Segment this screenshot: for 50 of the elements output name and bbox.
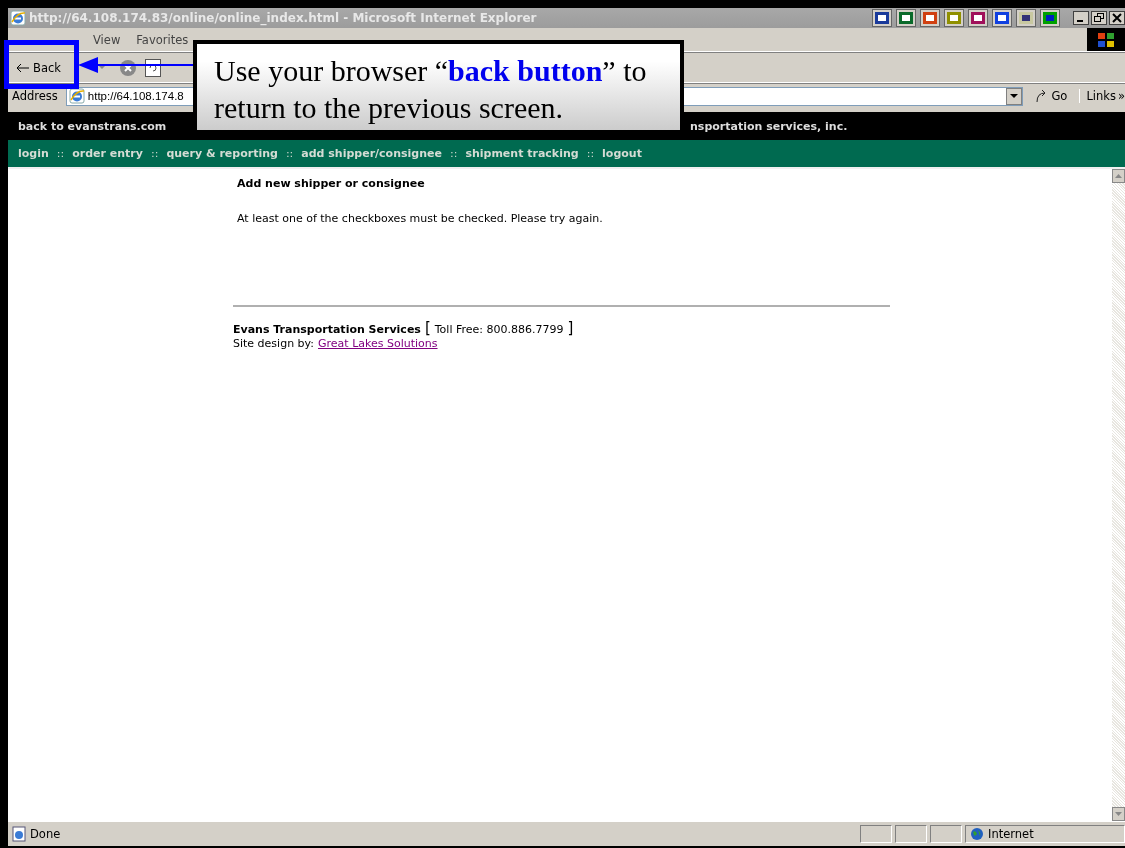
home-link[interactable]: back to evanstrans.com <box>18 119 167 133</box>
links-label[interactable]: Links <box>1086 89 1116 103</box>
quick-launch-icon[interactable] <box>920 9 940 27</box>
quick-launch-icon[interactable] <box>992 9 1012 27</box>
close-icon[interactable] <box>1109 11 1125 25</box>
page-icon <box>11 826 27 842</box>
nav-link[interactable]: logout <box>602 147 642 160</box>
minimize-icon[interactable] <box>1073 11 1089 25</box>
address-label: Address <box>12 89 58 103</box>
page-heading: Add new shipper or consignee <box>237 177 425 190</box>
nav-separator: :: <box>586 147 595 160</box>
quick-launch-icon[interactable] <box>872 9 892 27</box>
menu-item[interactable]: View <box>85 32 129 47</box>
nav-separator: :: <box>56 147 65 160</box>
back-button[interactable]: Back <box>12 58 65 77</box>
nav-link[interactable]: add shipper/consignee <box>301 147 442 160</box>
globe-icon <box>970 827 984 841</box>
window-title: http://64.108.174.83/online/online_index.html - Microsoft Internet Explorer <box>29 11 538 25</box>
bracket: ] <box>567 319 574 337</box>
nav-link[interactable]: order entry <box>72 147 143 160</box>
status-text: Done <box>30 827 62 841</box>
quick-launch-icon[interactable] <box>1016 9 1036 27</box>
quick-launch-icon[interactable] <box>896 9 916 27</box>
links-more[interactable]: » <box>1117 89 1125 103</box>
security-zone: Internet <box>988 827 1034 841</box>
nav-separator: :: <box>285 147 294 160</box>
nav-separator: :: <box>150 147 159 160</box>
toll-free-number: Toll Free: 800.886.7799 <box>434 323 564 336</box>
nav-link[interactable]: query & reporting <box>166 147 278 160</box>
status-panel <box>895 825 927 843</box>
nav-separator: :: <box>449 147 458 160</box>
credit-label: Site design by: <box>233 337 314 350</box>
status-panel <box>930 825 962 843</box>
back-arrow-icon <box>16 62 30 73</box>
quick-launch-icon[interactable] <box>1040 9 1060 27</box>
quick-launch-icon[interactable] <box>968 9 988 27</box>
windows-logo-icon <box>1096 30 1116 49</box>
status-panel <box>860 825 892 843</box>
nav-link[interactable]: shipment tracking <box>465 147 579 160</box>
quick-launch-icon[interactable] <box>944 9 964 27</box>
credit-link[interactable]: Great Lakes Solutions <box>318 337 438 350</box>
company-name: Evans Transportation Services <box>233 323 421 336</box>
dropdown-arrow-icon[interactable] <box>1010 93 1019 99</box>
browser-icon <box>10 10 26 26</box>
restore-icon[interactable] <box>1091 11 1107 25</box>
go-button[interactable]: Go <box>1027 89 1076 103</box>
nav-link[interactable]: login <box>18 147 49 160</box>
site-tagline: nsportation services, inc. <box>690 119 848 133</box>
error-message: At least one of the checkboxes must be checked. Please try again. <box>237 212 603 225</box>
bracket: [ <box>424 319 431 337</box>
